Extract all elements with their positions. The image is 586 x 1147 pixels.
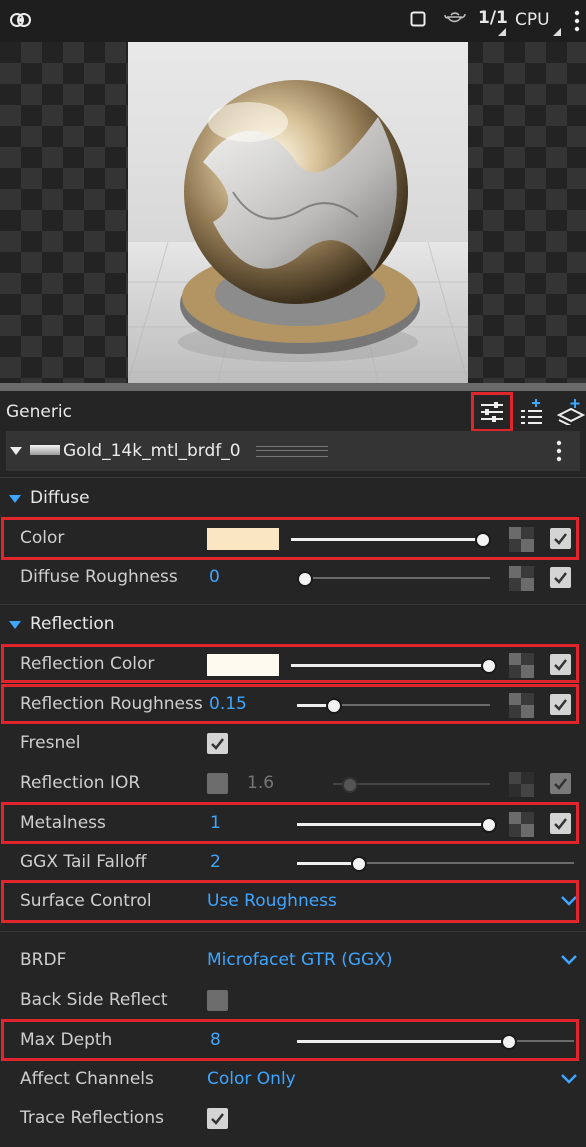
row-brdf: BRDF Microfacet GTR (GGX) bbox=[0, 941, 586, 981]
slider-fill bbox=[297, 862, 357, 865]
expand-triangle-icon[interactable] bbox=[9, 495, 21, 503]
row-label: Affect Channels bbox=[20, 1069, 154, 1089]
affect-channels-dropdown[interactable]: Color Only bbox=[207, 1069, 296, 1089]
row-label: Back Side Reflect bbox=[20, 990, 168, 1010]
highlight-box bbox=[1, 1019, 579, 1061]
expand-triangle-icon[interactable] bbox=[9, 621, 21, 629]
row-label: Reflection IOR bbox=[20, 773, 141, 793]
preview-render bbox=[128, 42, 468, 383]
corner-triangle-icon bbox=[498, 28, 506, 36]
divider bbox=[0, 604, 586, 605]
row-trace-reflections: Trace Reflections bbox=[0, 1099, 586, 1139]
panel-header: Generic bbox=[0, 391, 586, 432]
material-swatch bbox=[30, 445, 60, 455]
sliders-icon[interactable] bbox=[479, 400, 505, 428]
slider-knob[interactable] bbox=[351, 856, 367, 872]
chevron-down-icon[interactable] bbox=[560, 1070, 578, 1089]
add-list-icon[interactable] bbox=[520, 399, 544, 429]
section-diffuse[interactable]: Diffuse bbox=[0, 480, 586, 520]
material-editor-panel: Generic Gold_14k_mtl_brdf_0 Diffuse Colo… bbox=[0, 391, 586, 1147]
chevron-down-icon[interactable] bbox=[560, 951, 578, 970]
section-title: Reflection bbox=[30, 614, 115, 634]
divider bbox=[0, 931, 586, 932]
slider-track[interactable] bbox=[297, 577, 490, 579]
highlight-box bbox=[1, 802, 579, 844]
divider bbox=[0, 477, 586, 478]
value-field[interactable]: 2 bbox=[210, 852, 221, 872]
link-rings-icon[interactable] bbox=[8, 9, 32, 35]
row-reflection-ior: Reflection IOR 1.6 bbox=[0, 764, 586, 804]
slider-knob[interactable] bbox=[297, 571, 313, 587]
value-field[interactable]: 1.6 bbox=[247, 773, 274, 793]
corner-triangle-icon bbox=[553, 28, 561, 36]
back-side-reflect-checkbox[interactable] bbox=[207, 990, 228, 1011]
trace-reflections-checkbox[interactable] bbox=[207, 1108, 228, 1129]
device-button[interactable]: CPU bbox=[515, 10, 550, 30]
top-toolbar: 1/1 CPU bbox=[0, 0, 586, 42]
material-preview bbox=[0, 42, 586, 383]
row-fresnel: Fresnel bbox=[0, 724, 586, 764]
material-header[interactable]: Gold_14k_mtl_brdf_0 bbox=[6, 431, 580, 471]
highlight-box bbox=[1, 880, 579, 923]
vertical-dots-icon[interactable] bbox=[574, 10, 580, 36]
row-back-side-reflect: Back Side Reflect bbox=[0, 981, 586, 1021]
texture-map-icon[interactable] bbox=[509, 566, 534, 591]
collapse-triangle-icon[interactable] bbox=[10, 447, 22, 455]
row-label: GGX Tail Falloff bbox=[20, 852, 147, 872]
preview-resize-handle[interactable] bbox=[0, 383, 586, 391]
brdf-dropdown[interactable]: Microfacet GTR (GGX) bbox=[207, 950, 392, 970]
teapot-icon[interactable] bbox=[443, 8, 467, 34]
panel-title: Generic bbox=[6, 402, 72, 422]
row-label: BRDF bbox=[20, 950, 67, 970]
section-title: Diffuse bbox=[30, 488, 90, 508]
highlight-box bbox=[1, 644, 579, 683]
ior-checkbox[interactable] bbox=[207, 773, 228, 794]
enable-checkbox[interactable] bbox=[550, 567, 571, 588]
section-reflection[interactable]: Reflection bbox=[0, 606, 586, 646]
row-affect-channels: Affect Channels Color Only bbox=[0, 1060, 586, 1100]
highlight-box bbox=[1, 684, 579, 724]
highlight-box bbox=[1, 517, 579, 560]
fresnel-checkbox[interactable] bbox=[207, 733, 228, 754]
ratio-button[interactable]: 1/1 bbox=[478, 8, 508, 28]
row-diffuse-roughness: Diffuse Roughness 0 bbox=[0, 558, 586, 598]
add-layer-icon[interactable] bbox=[556, 399, 586, 429]
row-ggx-tail-falloff: GGX Tail Falloff 2 bbox=[0, 843, 586, 883]
enable-checkbox[interactable] bbox=[550, 773, 571, 794]
drag-grip-icon[interactable] bbox=[256, 446, 328, 457]
row-label: Trace Reflections bbox=[20, 1108, 164, 1128]
row-label: Diffuse Roughness bbox=[20, 567, 178, 587]
material-name[interactable]: Gold_14k_mtl_brdf_0 bbox=[63, 441, 241, 461]
vertical-dots-icon[interactable] bbox=[556, 440, 562, 466]
slider-knob[interactable] bbox=[342, 777, 358, 793]
value-field[interactable]: 0 bbox=[209, 567, 220, 587]
texture-map-icon[interactable] bbox=[509, 772, 534, 797]
row-label: Fresnel bbox=[20, 733, 81, 753]
stop-icon[interactable] bbox=[410, 11, 426, 31]
